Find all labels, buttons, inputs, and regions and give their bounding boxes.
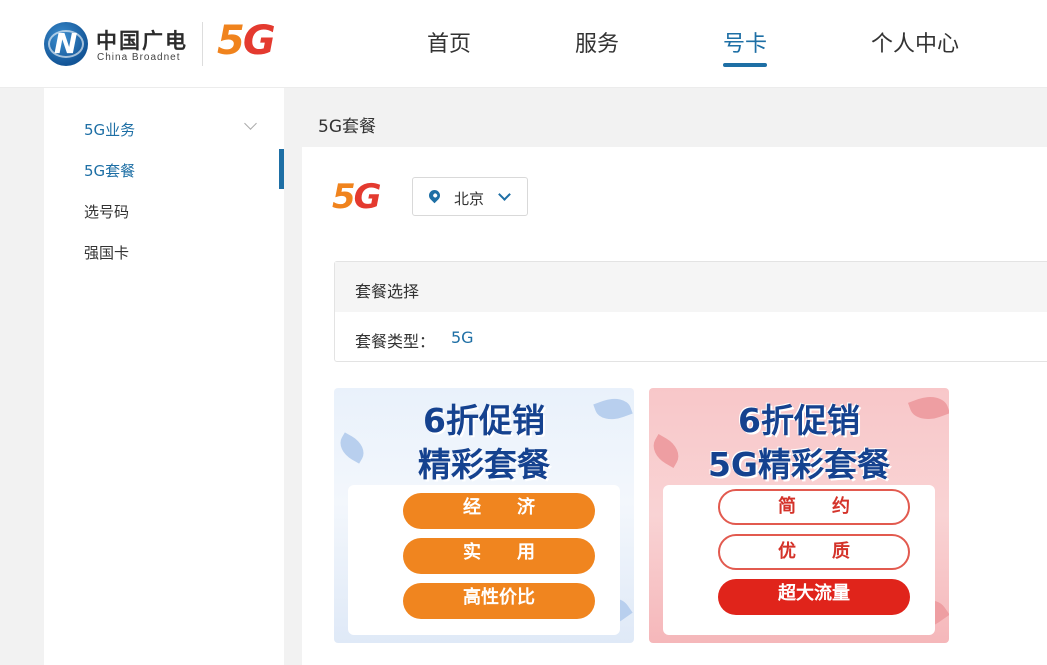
city-select[interactable]: 北京 [412,177,528,216]
chevron-down-icon[interactable] [244,117,257,130]
sidebar-item-5g-business[interactable]: 5G业务 [84,119,135,140]
filter-title: 套餐选择 [355,282,420,301]
logo-5g-content: 5G [332,177,382,217]
card-title-line2: 5G精彩套餐 [707,445,891,484]
feature-pill: 优 质 [718,534,910,570]
top-header: N 中国广电 China Broadnet 5G 首页 服务 号卡 个人中心 [0,0,1047,88]
city-select-value: 北京 [454,190,485,208]
plan-filter-box: 套餐选择 套餐类型： 5G [334,261,1047,362]
chevron-down-icon [498,188,511,201]
brand-name-en: China Broadnet [97,52,181,63]
card-title-line2: 精彩套餐 [418,445,550,484]
nav-personal-center[interactable]: 个人中心 [871,26,959,58]
logo-divider [202,22,203,66]
nav-number-card[interactable]: 号卡 [723,26,767,58]
plan-card-economy[interactable]: 6折促销 精彩套餐 经 济 实 用 高性价比 [334,388,634,643]
card-feature-panel: 简 约 优 质 超大流量 [663,485,935,635]
filter-header: 套餐选择 [335,262,1047,312]
sidebar: 5G业务 5G套餐 选号码 强国卡 [44,88,284,665]
sidebar-item-qiangguo-card[interactable]: 强国卡 [84,242,129,263]
plan-card-5g-premium[interactable]: 6折促销 5G精彩套餐 简 约 优 质 超大流量 [649,388,949,643]
page-title: 5G套餐 [318,117,376,137]
feature-pill: 经 济 [403,493,595,529]
sidebar-item-5g-plans[interactable]: 5G套餐 [84,160,135,181]
nav-services[interactable]: 服务 [575,26,619,58]
nav-active-indicator [723,63,767,67]
feature-pill: 超大流量 [718,579,910,615]
sidebar-item-choose-number[interactable]: 选号码 [84,201,129,222]
sidebar-active-indicator [279,149,284,189]
card-feature-panel: 经 济 实 用 高性价比 [348,485,620,635]
china-broadnet-logo[interactable]: N 中国广电 China Broadnet [44,22,194,66]
logo-5g-header: 5G [217,18,276,64]
plan-type-option-5g[interactable]: 5G [451,328,474,347]
feature-pill: 简 约 [718,489,910,525]
broadnet-globe-icon: N [44,22,88,66]
nav-home[interactable]: 首页 [427,26,471,58]
plan-type-label: 套餐类型： [355,332,436,351]
card-title-line1: 6折促销 [738,401,860,440]
card-title-line1: 6折促销 [423,401,545,440]
feature-pill: 实 用 [403,538,595,574]
feature-pill: 高性价比 [403,583,595,619]
location-pin-icon [426,187,443,204]
brand-name-cn: 中国广电 [96,29,188,53]
